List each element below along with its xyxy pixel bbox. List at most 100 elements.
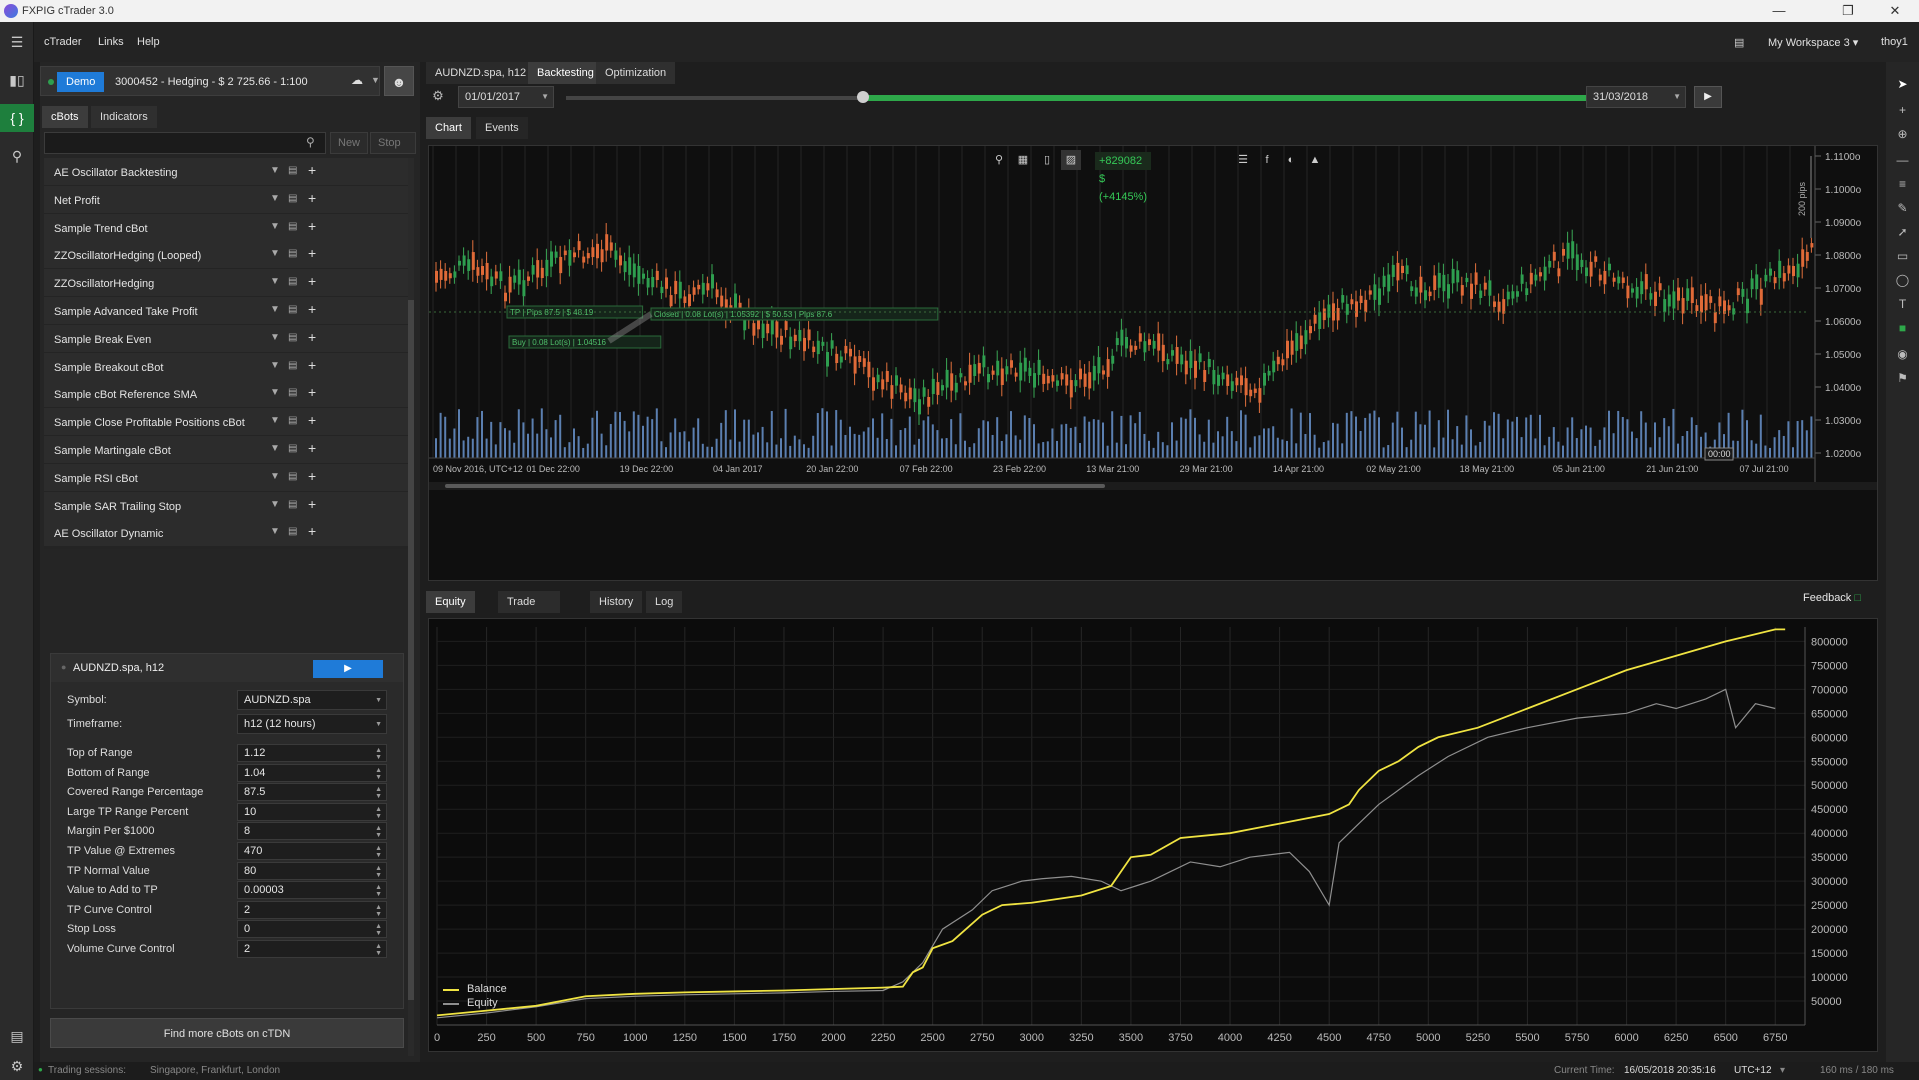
user-profile-button[interactable]: ☻ bbox=[384, 66, 414, 96]
param-value-input[interactable]: 8 ▲ ▼ bbox=[237, 822, 387, 841]
param-value-input[interactable]: 0.00003 ▲ ▼ bbox=[237, 881, 387, 900]
tab-symbol[interactable]: AUDNZD.spa, h12 bbox=[426, 62, 536, 84]
tab-optimization[interactable]: Optimization bbox=[596, 62, 676, 84]
instances-icon[interactable]: ▤ bbox=[288, 499, 297, 510]
tab-log[interactable]: Log bbox=[646, 591, 683, 613]
chevron-down-icon[interactable]: ▼ bbox=[270, 332, 280, 343]
account-selector[interactable]: Demo 3000452 - Hedging - $ 2 725.66 - 1:… bbox=[40, 66, 380, 96]
stop-all-button[interactable]: Stop All bbox=[370, 132, 416, 169]
instances-icon[interactable]: ▤ bbox=[288, 360, 297, 371]
instances-icon[interactable]: ▤ bbox=[288, 304, 297, 315]
tab-equity-chart[interactable]: Equity Chart bbox=[426, 591, 475, 630]
ellipse-icon[interactable]: ◯ bbox=[1886, 268, 1919, 292]
chevron-down-icon[interactable]: ▼ bbox=[270, 360, 280, 371]
add-instance-icon[interactable]: + bbox=[308, 301, 316, 317]
param-value-input[interactable]: 2 ▲ ▼ bbox=[237, 940, 387, 958]
add-instance-icon[interactable]: + bbox=[308, 523, 316, 539]
add-instance-icon[interactable]: + bbox=[308, 162, 316, 178]
add-instance-icon[interactable]: + bbox=[308, 273, 316, 289]
menu-ctrader[interactable]: cTrader bbox=[44, 36, 82, 48]
chevron-down-icon[interactable]: ▼ bbox=[270, 443, 280, 454]
hamburger-icon[interactable]: ☰ bbox=[0, 28, 34, 56]
list-item[interactable]: Sample Close Profitable Positions cBot ▼ ▤… bbox=[44, 408, 408, 439]
briefcase-icon[interactable]: ▤ bbox=[0, 1022, 34, 1050]
stepper-icon[interactable]: ▲ ▼ bbox=[375, 806, 382, 820]
horizontal-line-icon[interactable]: — bbox=[1886, 148, 1919, 172]
list-icon[interactable]: ☰ bbox=[1233, 150, 1253, 170]
text-icon[interactable]: T bbox=[1886, 292, 1919, 316]
list-item[interactable]: Sample Trend cBot ▼ ▤ + bbox=[44, 213, 408, 244]
stepper-icon[interactable]: ▲ ▼ bbox=[375, 767, 382, 781]
chevron-down-icon[interactable]: ▼ bbox=[270, 276, 280, 287]
add-instance-icon[interactable]: + bbox=[308, 245, 316, 261]
crosshair-icon[interactable]: + bbox=[1886, 98, 1919, 122]
timezone-select[interactable]: UTC+12 bbox=[1734, 1065, 1772, 1076]
add-instance-icon[interactable]: + bbox=[308, 329, 316, 345]
chevron-down-icon[interactable]: ▼ bbox=[270, 221, 280, 232]
chevron-down-icon[interactable]: ▼ bbox=[270, 304, 280, 315]
chevron-down-icon[interactable]: ▼ bbox=[270, 193, 280, 204]
add-instance-icon[interactable]: + bbox=[308, 357, 316, 373]
stepper-icon[interactable]: ▲ ▼ bbox=[375, 904, 382, 918]
instances-icon[interactable]: ▤ bbox=[288, 471, 297, 482]
tab-cbots[interactable]: cBots bbox=[42, 106, 88, 128]
automate-icon[interactable]: { } bbox=[0, 104, 34, 132]
chevron-down-icon[interactable]: ▼ bbox=[270, 499, 280, 510]
share-icon[interactable]: ◐ bbox=[1281, 150, 1301, 170]
list-item[interactable]: Sample Martingale cBot ▼ ▤ + bbox=[44, 436, 408, 466]
search-icon[interactable]: ⚲ bbox=[306, 135, 315, 149]
find-more-cbots-button[interactable]: Find more cBots on cTDN bbox=[50, 1018, 404, 1048]
symbol-select[interactable]: AUDNZD.spa ▼ bbox=[237, 690, 387, 710]
list-item[interactable]: ZZOscillatorHedging ▼ ▤ + bbox=[44, 269, 408, 300]
list-item[interactable]: Sample Breakout cBot ▼ ▤ + bbox=[44, 352, 408, 383]
facebook-icon[interactable]: f bbox=[1257, 150, 1277, 170]
param-value-input[interactable]: 87.5 ▲ ▼ bbox=[237, 783, 387, 802]
add-instance-icon[interactable]: + bbox=[308, 384, 316, 400]
run-instance-button[interactable]: ▶ bbox=[313, 660, 383, 678]
list-item[interactable]: Sample Advanced Take Profit ▼ ▤ + bbox=[44, 297, 408, 327]
stepper-icon[interactable]: ▲ ▼ bbox=[375, 825, 382, 839]
rectangle-icon[interactable]: ▭ bbox=[1886, 244, 1919, 268]
minimize-button[interactable]: — bbox=[1759, 2, 1799, 20]
timeframe-select[interactable]: h12 (12 hours) ▼ bbox=[237, 714, 387, 734]
tab-events[interactable]: Events bbox=[476, 117, 528, 139]
feedback-button[interactable]: Feedback □ bbox=[1803, 592, 1861, 604]
add-instance-icon[interactable]: + bbox=[308, 412, 316, 428]
instances-icon[interactable]: ▤ bbox=[288, 248, 297, 259]
cbot-search-input[interactable] bbox=[44, 132, 326, 154]
param-value-input[interactable]: 10 ▲ ▼ bbox=[237, 802, 387, 821]
param-value-input[interactable]: 470 ▲ ▼ bbox=[237, 842, 387, 860]
stepper-icon[interactable]: ▲ ▼ bbox=[375, 884, 382, 898]
chevron-down-icon[interactable]: ▼ bbox=[270, 415, 280, 426]
restore-button[interactable]: ❐ bbox=[1828, 2, 1868, 20]
chevron-down-icon[interactable]: ▼ bbox=[371, 75, 380, 85]
instance-header[interactable]: ● AUDNZD.spa, h12 ▶ bbox=[51, 654, 403, 682]
chart-settings-icon[interactable]: ▦ bbox=[1013, 150, 1033, 170]
user-name[interactable]: thoy1 bbox=[1881, 36, 1908, 48]
param-value-input[interactable]: 1.12 ▲ ▼ bbox=[237, 744, 387, 762]
candles-icon[interactable]: ▯ bbox=[1037, 150, 1057, 170]
param-value-input[interactable]: 2 ▲ ▼ bbox=[237, 900, 387, 919]
dashboard-icon[interactable]: ▲ bbox=[1305, 150, 1325, 170]
instances-icon[interactable]: ▤ bbox=[288, 387, 297, 398]
instances-icon[interactable]: ▤ bbox=[288, 165, 297, 176]
list-item[interactable]: AE Oscillator Dynamic ▼ ▤ + bbox=[44, 519, 408, 550]
instances-icon[interactable]: ▤ bbox=[288, 415, 297, 426]
indicator-icon[interactable]: ▨ bbox=[1061, 150, 1081, 170]
instances-icon[interactable]: ▤ bbox=[288, 526, 297, 537]
color-swatch-icon[interactable]: ■ bbox=[1886, 316, 1919, 340]
chevron-down-icon[interactable]: ▼ bbox=[270, 526, 280, 537]
camera-icon[interactable]: ◉ bbox=[1886, 342, 1919, 366]
list-item[interactable]: Net Profit ▼ ▤ + bbox=[44, 185, 408, 216]
add-instance-icon[interactable]: + bbox=[308, 218, 316, 234]
chevron-down-icon[interactable]: ▼ bbox=[270, 165, 280, 176]
trade-icon[interactable]: ▮▯ bbox=[0, 66, 34, 94]
menu-links[interactable]: Links bbox=[98, 36, 124, 48]
zoom-icon[interactable]: ⚲ bbox=[989, 150, 1009, 170]
instances-icon[interactable]: ▤ bbox=[288, 221, 297, 232]
tab-history[interactable]: History bbox=[590, 591, 643, 613]
add-instance-icon[interactable]: + bbox=[308, 496, 316, 512]
tab-backtesting[interactable]: Backtesting bbox=[528, 62, 603, 84]
equity-chart[interactable]: 800000 750000 700000 650000 600000 550000 5000… bbox=[428, 618, 1878, 1052]
menu-help[interactable]: Help bbox=[137, 36, 160, 48]
